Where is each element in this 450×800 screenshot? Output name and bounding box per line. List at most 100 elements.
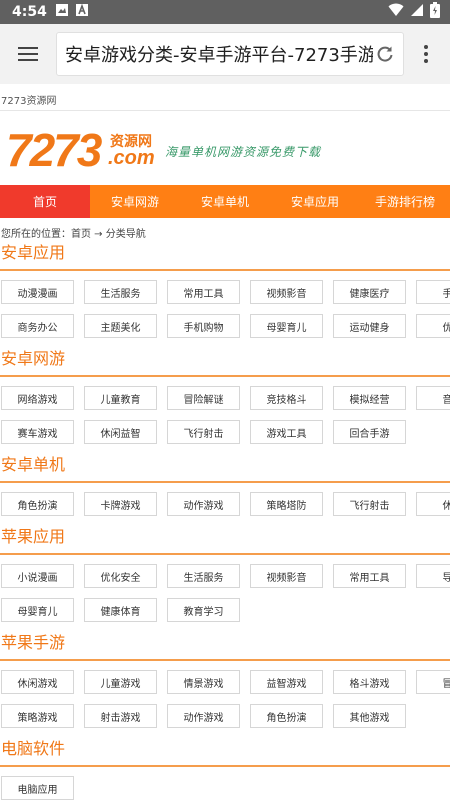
- category-section: 安卓应用动漫漫画生活服务常用工具视频影音健康医疗手机商务办公主题美化手机购物母婴…: [0, 242, 450, 338]
- category-tag[interactable]: 冒险: [416, 670, 450, 694]
- category-tag[interactable]: 儿童游戏: [84, 670, 157, 694]
- section-title[interactable]: 安卓应用: [0, 242, 450, 264]
- section-title[interactable]: 苹果应用: [0, 526, 450, 548]
- url-text[interactable]: 安卓游戏分类-安卓手游平台-7273手游: [65, 41, 373, 67]
- status-time: 4:54: [12, 4, 47, 20]
- category-tag[interactable]: 生活服务: [167, 564, 240, 588]
- hamburger-menu-icon[interactable]: [12, 38, 44, 70]
- browser-toolbar: 安卓游戏分类-安卓手游平台-7273手游: [0, 24, 450, 84]
- category-tag[interactable]: 休闲: [416, 492, 450, 516]
- category-tag[interactable]: 休闲游戏: [1, 670, 74, 694]
- category-tag[interactable]: 休闲益智: [84, 420, 157, 444]
- category-tag[interactable]: 网络游戏: [1, 386, 74, 410]
- category-tag[interactable]: 教育学习: [167, 598, 240, 622]
- section-title[interactable]: 安卓网游: [0, 348, 450, 370]
- tag-row: 电脑应用: [0, 776, 450, 800]
- category-tag[interactable]: 游戏工具: [250, 420, 323, 444]
- tag-row: 母婴育儿 健康体育 教育学习: [0, 598, 450, 622]
- category-tag[interactable]: 母婴育儿: [250, 314, 323, 338]
- category-tag[interactable]: 其他游戏: [333, 704, 406, 728]
- category-tag[interactable]: 生活服务: [84, 280, 157, 304]
- web-page: 7273资源网 7273 资源网 .com 海量单机网游资源免费下载 首页 安卓…: [0, 84, 450, 800]
- category-section: 安卓单机角色扮演卡牌游戏动作游戏策略塔防飞行射击休闲: [0, 454, 450, 516]
- category-tag[interactable]: 策略游戏: [1, 704, 74, 728]
- category-tag[interactable]: 动作游戏: [167, 492, 240, 516]
- more-options-icon[interactable]: [410, 34, 442, 74]
- section-title[interactable]: 安卓单机: [0, 454, 450, 476]
- category-tag[interactable]: 冒险解谜: [167, 386, 240, 410]
- tag-row: 小说漫画优化安全生活服务视频影音常用工具导航: [0, 564, 450, 588]
- category-tag[interactable]: 回合手游: [333, 420, 406, 444]
- site-slogan: 海量单机网游资源免费下载: [165, 145, 322, 159]
- category-tag[interactable]: 健康医疗: [333, 280, 406, 304]
- nav-item-android-single[interactable]: 安卓单机: [180, 185, 270, 218]
- category-tag[interactable]: 运动健身: [333, 314, 406, 338]
- category-tag[interactable]: 手机: [416, 280, 450, 304]
- text-notification-icon: [75, 3, 89, 21]
- section-divider: [0, 481, 450, 483]
- category-tag[interactable]: 手机购物: [167, 314, 240, 338]
- tag-row: 策略游戏 射击游戏 动作游戏 角色扮演 其他游戏: [0, 704, 450, 728]
- category-section: 苹果手游休闲游戏儿童游戏情景游戏益智游戏格斗游戏冒险策略游戏射击游戏动作游戏角色…: [0, 632, 450, 728]
- wifi-icon: [388, 3, 404, 21]
- status-bar: 4:54: [0, 0, 450, 24]
- section-divider: [0, 659, 450, 661]
- tag-row: 商务办公主题美化手机购物母婴育儿运动健身优化: [0, 314, 450, 338]
- category-tag[interactable]: 飞行射击: [333, 492, 406, 516]
- section-divider: [0, 765, 450, 767]
- category-tag[interactable]: 母婴育儿: [1, 598, 74, 622]
- category-tag[interactable]: 电脑应用: [1, 776, 74, 800]
- category-tag[interactable]: 益智游戏: [250, 670, 323, 694]
- logo-domain: .com: [108, 147, 155, 169]
- category-tag[interactable]: 卡牌游戏: [84, 492, 157, 516]
- category-tag[interactable]: 角色扮演: [250, 704, 323, 728]
- site-logo[interactable]: 7273 资源网 .com 海量单机网游资源免费下载: [0, 111, 450, 183]
- category-tag[interactable]: 商务办公: [1, 314, 74, 338]
- site-top-text[interactable]: 7273资源网: [0, 84, 450, 111]
- category-tag[interactable]: 赛车游戏: [1, 420, 74, 444]
- category-section: 电脑软件 电脑应用: [0, 738, 450, 800]
- category-tag[interactable]: 常用工具: [333, 564, 406, 588]
- category-tag[interactable]: 儿童教育: [84, 386, 157, 410]
- category-tag[interactable]: 优化安全: [84, 564, 157, 588]
- category-tag[interactable]: 小说漫画: [1, 564, 74, 588]
- category-tag[interactable]: 健康体育: [84, 598, 157, 622]
- category-tag[interactable]: 常用工具: [167, 280, 240, 304]
- category-tag[interactable]: 策略塔防: [250, 492, 323, 516]
- category-tag[interactable]: 主题美化: [84, 314, 157, 338]
- section-title[interactable]: 电脑软件: [0, 738, 450, 760]
- breadcrumb: 您所在的位置：首页 → 分类导航: [1, 229, 146, 240]
- section-divider: [0, 375, 450, 377]
- category-tag[interactable]: 竞技格斗: [250, 386, 323, 410]
- category-tag[interactable]: 射击游戏: [84, 704, 157, 728]
- logo-number: 7273: [6, 124, 102, 176]
- category-tag[interactable]: 飞行射击: [167, 420, 240, 444]
- category-tag[interactable]: 视频影音: [250, 564, 323, 588]
- category-tag[interactable]: 视频影音: [250, 280, 323, 304]
- category-tag[interactable]: 模拟经营: [333, 386, 406, 410]
- category-sections: 安卓应用动漫漫画生活服务常用工具视频影音健康医疗手机商务办公主题美化手机购物母婴…: [0, 242, 450, 800]
- category-tag[interactable]: 情景游戏: [167, 670, 240, 694]
- category-section: 苹果应用小说漫画优化安全生活服务视频影音常用工具导航母婴育儿健康体育教育学习: [0, 526, 450, 622]
- image-notification-icon: [55, 3, 69, 21]
- section-divider: [0, 553, 450, 555]
- nav-item-home[interactable]: 首页: [0, 185, 90, 218]
- category-tag[interactable]: 音乐: [416, 386, 450, 410]
- main-nav: 首页 安卓网游 安卓单机 安卓应用 手游排行榜: [0, 185, 450, 218]
- category-tag[interactable]: 动漫漫画: [1, 280, 74, 304]
- nav-item-android-online[interactable]: 安卓网游: [90, 185, 180, 218]
- section-title[interactable]: 苹果手游: [0, 632, 450, 654]
- category-tag[interactable]: 格斗游戏: [333, 670, 406, 694]
- category-tag[interactable]: 角色扮演: [1, 492, 74, 516]
- category-section: 安卓网游网络游戏儿童教育冒险解谜竞技格斗模拟经营音乐赛车游戏休闲益智飞行射击游戏…: [0, 348, 450, 444]
- category-tag[interactable]: 优化: [416, 314, 450, 338]
- category-tag[interactable]: 动作游戏: [167, 704, 240, 728]
- nav-item-rankings[interactable]: 手游排行榜: [360, 185, 450, 218]
- category-tag[interactable]: 导航: [416, 564, 450, 588]
- url-bar[interactable]: 安卓游戏分类-安卓手游平台-7273手游: [56, 32, 404, 76]
- nav-item-android-apps[interactable]: 安卓应用: [270, 185, 360, 218]
- cellular-signal-icon: [410, 3, 424, 21]
- section-divider: [0, 269, 450, 271]
- reload-icon[interactable]: [373, 42, 397, 66]
- tag-row: 网络游戏儿童教育冒险解谜竞技格斗模拟经营音乐: [0, 386, 450, 410]
